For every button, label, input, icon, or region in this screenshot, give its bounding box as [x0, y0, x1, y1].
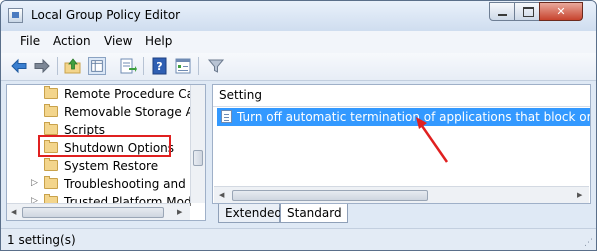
menu-action[interactable]: Action [53, 34, 91, 48]
scroll-left-icon[interactable]: ◀ [11, 208, 16, 216]
resize-grip-icon[interactable]: ⋰ [584, 238, 593, 248]
tab-extended-label: Extended [225, 206, 282, 220]
list-horizontal-scrollbar[interactable]: ◀ ▶ [214, 186, 589, 203]
svg-text:?: ? [156, 60, 162, 73]
folder-icon [44, 86, 58, 99]
tree-item-label: Remote Procedure Call [64, 87, 192, 101]
up-folder-icon[interactable] [64, 57, 82, 75]
minimize-icon [498, 14, 507, 16]
tree-item[interactable]: System Restore [7, 157, 192, 175]
list-item-selected[interactable]: Turn off automatic termination of applic… [217, 108, 590, 126]
tree-item-label: System Restore [64, 159, 159, 173]
status-text: 1 setting(s) [7, 233, 76, 247]
tree-vertical-scrollbar[interactable] [190, 85, 205, 203]
folder-icon [44, 122, 58, 135]
tree-item[interactable]: ▷ Troubleshooting and Di [7, 175, 192, 193]
policy-setting-icon [221, 110, 232, 123]
properties-icon[interactable] [174, 57, 192, 75]
toolbar: ? [1, 53, 596, 81]
main-window: Local Group Policy Editor ✕ File Action … [0, 0, 597, 251]
content-area: Remote Procedure Call Removable Storage … [6, 84, 591, 226]
tree-item[interactable]: Remote Procedure Call [7, 85, 192, 103]
close-button[interactable]: ✕ [539, 2, 583, 21]
scroll-right-icon[interactable]: ▶ [177, 208, 182, 216]
column-header-setting[interactable]: Setting [213, 85, 590, 107]
folder-icon [44, 158, 58, 171]
scrollbar-thumb[interactable] [22, 207, 164, 218]
tree-item-label: Troubleshooting and Di [64, 177, 192, 191]
tree-item-label: Removable Storage Acc [64, 105, 192, 119]
title-bar[interactable]: Local Group Policy Editor ✕ [1, 1, 596, 31]
scrollbar-thumb[interactable] [232, 190, 428, 201]
toolbar-separator [143, 57, 144, 75]
toolbar-separator [198, 57, 199, 75]
minimize-button[interactable] [489, 2, 515, 21]
window-title: Local Group Policy Editor [31, 8, 181, 22]
app-icon [8, 8, 23, 23]
tree-item[interactable]: Removable Storage Acc [7, 103, 192, 121]
folder-icon [44, 104, 58, 117]
tab-standard[interactable]: Standard [280, 204, 348, 223]
annotation-highlight-box [38, 135, 171, 157]
scrollbar-thumb[interactable] [193, 150, 203, 166]
status-bar: 1 setting(s) ⋰ [1, 228, 596, 250]
list-item-label: Turn off automatic termination of applic… [237, 110, 591, 124]
export-list-icon[interactable] [119, 57, 137, 75]
tab-standard-label: Standard [287, 206, 342, 220]
column-header-label: Setting [219, 88, 262, 102]
details-pane: Setting Turn off automatic termination o… [212, 84, 591, 226]
scroll-right-icon[interactable]: ▶ [577, 191, 582, 199]
view-tabs: Extended Standard [212, 204, 591, 225]
menu-bar: File Action View Help [1, 31, 596, 54]
toolbar-separator [57, 57, 58, 75]
maximize-button[interactable] [514, 2, 540, 21]
menu-help[interactable]: Help [145, 34, 172, 48]
filter-icon[interactable] [207, 57, 225, 75]
tab-extended[interactable]: Extended [218, 204, 282, 223]
back-icon[interactable] [10, 57, 28, 75]
tree-pane: Remote Procedure Call Removable Storage … [6, 84, 206, 221]
tree-horizontal-scrollbar[interactable]: ◀ ▶ [7, 203, 190, 220]
expand-icon[interactable]: ▷ [31, 178, 38, 188]
help-icon[interactable]: ? [151, 57, 169, 75]
maximize-icon [523, 7, 534, 17]
menu-file[interactable]: File [20, 34, 40, 48]
folder-icon [44, 176, 58, 189]
settings-list: Setting Turn off automatic termination o… [212, 84, 591, 204]
show-hide-tree-icon[interactable] [88, 57, 106, 75]
menu-view[interactable]: View [104, 34, 132, 48]
forward-icon[interactable] [33, 57, 51, 75]
close-icon: ✕ [556, 5, 566, 18]
scroll-left-icon[interactable]: ◀ [219, 191, 224, 199]
